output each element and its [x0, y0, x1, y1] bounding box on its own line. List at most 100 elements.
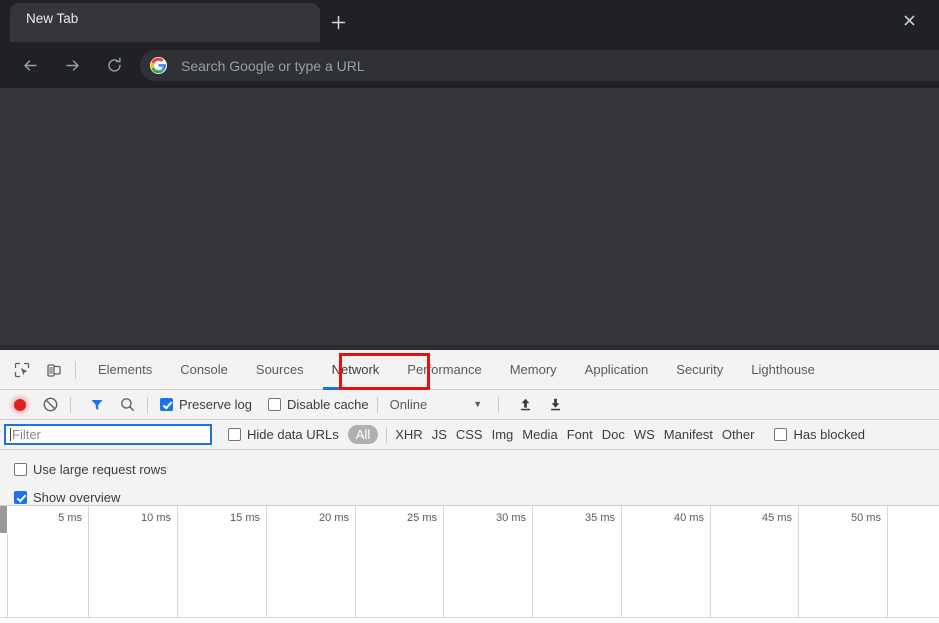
type-filter-img[interactable]: Img [492, 427, 514, 442]
tab-security[interactable]: Security [662, 350, 737, 390]
timeline-tick-label: 10 ms [141, 512, 171, 524]
timeline-tick-label: 35 ms [585, 512, 615, 524]
timeline-divider [177, 506, 178, 618]
timeline-divider [88, 506, 89, 618]
timeline-divider [621, 506, 622, 618]
throttle-value: Online [389, 397, 428, 412]
toolbar-divider [147, 396, 148, 413]
network-settings-rows: Use large request rows Show overview [0, 450, 939, 506]
type-filter-xhr[interactable]: XHR [395, 427, 422, 442]
type-filter-css[interactable]: CSS [456, 427, 483, 442]
toolbar-divider [386, 426, 388, 443]
overview-bottom-border [0, 617, 939, 618]
tab-label: Application [584, 362, 649, 377]
filter-funnel-icon[interactable] [85, 393, 109, 417]
tab-label: Console [180, 362, 228, 377]
tab-memory[interactable]: Memory [496, 350, 571, 390]
tab-label: Security [676, 362, 724, 377]
timeline-tick-label: 15 ms [230, 512, 260, 524]
toolbar-divider [70, 396, 71, 413]
timeline-tick-label: 5 ms [58, 512, 82, 524]
tab-sources[interactable]: Sources [242, 350, 318, 390]
export-har-icon[interactable] [543, 393, 567, 417]
show-overview-label: Show overview [33, 490, 121, 505]
clear-icon[interactable] [38, 393, 62, 417]
show-overview-checkbox[interactable]: Show overview [14, 490, 120, 505]
type-filter-other[interactable]: Other [722, 427, 755, 442]
devtools-tab-bar: Elements Console Sources Network Perform… [0, 350, 939, 390]
disable-cache-label: Disable cache [286, 397, 369, 412]
type-filter-js[interactable]: JS [432, 427, 447, 442]
has-blocked-checkbox[interactable]: Has blocked [774, 427, 865, 442]
use-large-request-rows-checkbox[interactable]: Use large request rows [14, 462, 167, 477]
overview-left-edge [7, 533, 8, 618]
type-filter-media[interactable]: Media [522, 427, 557, 442]
type-filter-font[interactable]: Font [567, 427, 593, 442]
timeline-tick-label: 45 ms [762, 512, 792, 524]
timeline-divider [887, 506, 888, 618]
hide-data-urls-checkbox[interactable]: Hide data URLs [228, 427, 339, 442]
import-har-icon[interactable] [513, 393, 537, 417]
preserve-log-checkbox[interactable]: Preserve log [160, 397, 252, 412]
type-filter-all[interactable]: All [347, 425, 379, 444]
timeline-tick-label: 25 ms [407, 512, 437, 524]
checkbox-box [14, 463, 27, 476]
toolbar-divider [376, 396, 378, 413]
tab-elements[interactable]: Elements [84, 350, 166, 390]
checkbox-box [14, 491, 27, 504]
timeline-divider [443, 506, 444, 618]
timeline-divider [266, 506, 267, 618]
toolbar-divider [75, 360, 76, 379]
browser-window: New Tab Search Google or type a URL Elem… [0, 0, 939, 623]
tab-label: Performance [407, 362, 482, 377]
type-filter-doc[interactable]: Doc [602, 427, 625, 442]
browser-tab-title: New Tab [26, 11, 79, 26]
network-overview-timeline[interactable]: 5 ms 10 ms 15 ms 20 ms 25 ms 30 ms 35 ms… [0, 506, 939, 618]
timeline-divider [798, 506, 799, 618]
tab-lighthouse[interactable]: Lighthouse [737, 350, 829, 390]
has-blocked-label: Has blocked [793, 427, 865, 442]
hide-data-urls-label: Hide data URLs [247, 427, 339, 442]
page-viewport [0, 88, 939, 350]
record-icon[interactable] [8, 393, 32, 417]
back-arrow-icon[interactable] [16, 51, 44, 79]
type-filter-manifest[interactable]: Manifest [664, 427, 713, 442]
chevron-down-icon: ▼ [473, 399, 483, 409]
timeline-divider [532, 506, 533, 618]
google-logo-icon [150, 57, 167, 74]
filter-placeholder: Filter [12, 427, 41, 442]
tab-console[interactable]: Console [166, 350, 242, 390]
network-filter-bar: Filter Hide data URLs All XHR JS CSS Img… [0, 420, 939, 450]
tab-label: Elements [98, 362, 153, 377]
device-toolbar-icon[interactable] [41, 357, 67, 383]
overview-window-handle[interactable] [0, 506, 7, 533]
inspect-element-icon[interactable] [9, 357, 35, 383]
throttle-dropdown[interactable]: Online ▼ [386, 397, 483, 412]
tab-application[interactable]: Application [571, 350, 663, 390]
tab-label: Network [331, 362, 380, 377]
timeline-tick-label: 30 ms [496, 512, 526, 524]
checkbox-box [228, 428, 241, 441]
filter-input[interactable]: Filter [4, 424, 212, 445]
tab-label: Lighthouse [751, 362, 815, 377]
timeline-tick-label: 40 ms [674, 512, 704, 524]
checkbox-box [160, 398, 173, 411]
reload-icon[interactable] [100, 51, 128, 79]
network-toolbar: Preserve log Disable cache Online ▼ [0, 390, 939, 420]
tab-label: Sources [255, 362, 304, 377]
devtools-panel: Elements Console Sources Network Perform… [0, 350, 939, 623]
timeline-tick-label: 50 ms [851, 512, 881, 524]
preserve-log-label: Preserve log [179, 397, 252, 412]
close-icon[interactable] [899, 10, 919, 30]
search-icon[interactable] [115, 393, 139, 417]
new-tab-button[interactable] [325, 9, 351, 35]
type-filter-ws[interactable]: WS [634, 427, 655, 442]
forward-arrow-icon[interactable] [58, 51, 86, 79]
tab-label: Memory [509, 362, 557, 377]
toolbar-divider [498, 396, 500, 413]
address-bar[interactable]: Search Google or type a URL [140, 50, 939, 81]
tab-network[interactable]: Network [318, 350, 394, 390]
address-bar-input[interactable]: Search Google or type a URL [181, 58, 365, 74]
disable-cache-checkbox[interactable]: Disable cache [267, 397, 369, 412]
tab-performance[interactable]: Performance [393, 350, 495, 390]
